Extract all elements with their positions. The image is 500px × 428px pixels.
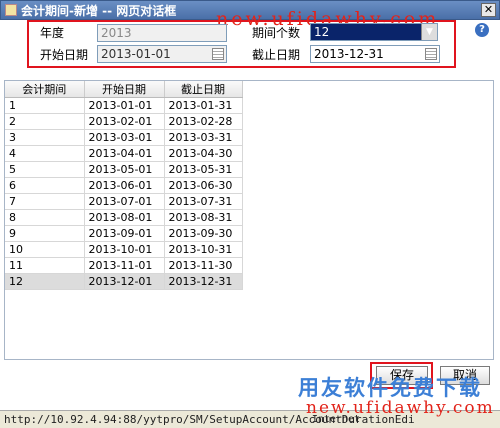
table-header-row: 会计期间 开始日期 截止日期: [5, 81, 243, 98]
window-title: 会计期间-新增 -- 网页对话框: [21, 3, 177, 18]
table-row[interactable]: 10 2013-10-01 2013-10-31: [5, 241, 243, 258]
cell-start-date: 2013-11-01: [84, 257, 165, 274]
watermark-bottom-url: new.ufidawhy.com: [306, 398, 495, 418]
cell-start-date: 2013-05-01: [84, 161, 165, 178]
table-row[interactable]: 9 2013-09-01 2013-09-30: [5, 225, 243, 242]
col-header-period[interactable]: 会计期间: [5, 81, 85, 98]
cell-start-date: 2013-12-01: [84, 273, 165, 290]
cell-period: 2: [5, 113, 85, 130]
cell-period: 5: [5, 161, 85, 178]
cell-start-date: 2013-06-01: [84, 177, 165, 194]
table-row[interactable]: 5 2013-05-01 2013-05-31: [5, 161, 243, 178]
cell-start-date: 2013-03-01: [84, 129, 165, 146]
period-count-select[interactable]: 12 ▼: [310, 23, 438, 41]
table-row[interactable]: 7 2013-07-01 2013-07-31: [5, 193, 243, 210]
cell-period: 6: [5, 177, 85, 194]
dialog-icon: [5, 4, 17, 16]
cell-end-date: 2013-07-31: [164, 193, 243, 210]
cell-end-date: 2013-01-31: [164, 97, 243, 114]
period-table: 会计期间 开始日期 截止日期 1 2013-01-01 2013-01-31 2 201…: [4, 80, 494, 360]
cell-end-date: 2013-02-28: [164, 113, 243, 130]
year-field: 2013: [97, 24, 227, 42]
help-icon[interactable]: ?: [475, 23, 489, 37]
cell-period: 7: [5, 193, 85, 210]
table-row[interactable]: 4 2013-04-01 2013-04-30: [5, 145, 243, 162]
cell-end-date: 2013-09-30: [164, 225, 243, 242]
start-date-field: 2013-01-01: [97, 45, 227, 63]
end-date-value: 2013-12-31: [314, 47, 384, 61]
col-header-start[interactable]: 开始日期: [84, 81, 165, 98]
cell-period: 4: [5, 145, 85, 162]
cell-start-date: 2013-09-01: [84, 225, 165, 242]
table-row[interactable]: 6 2013-06-01 2013-06-30: [5, 177, 243, 194]
cell-period: 11: [5, 257, 85, 274]
cell-period: 3: [5, 129, 85, 146]
cell-end-date: 2013-10-31: [164, 241, 243, 258]
start-date-value: 2013-01-01: [101, 47, 171, 61]
cell-end-date: 2013-06-30: [164, 177, 243, 194]
chevron-down-icon[interactable]: ▼: [421, 24, 437, 40]
table-row[interactable]: 3 2013-03-01 2013-03-31: [5, 129, 243, 146]
cell-period: 9: [5, 225, 85, 242]
table-row[interactable]: 11 2013-11-01 2013-11-30: [5, 257, 243, 274]
period-count-value: 12: [314, 25, 330, 39]
table-row[interactable]: 8 2013-08-01 2013-08-31: [5, 209, 243, 226]
cell-end-date: 2013-03-31: [164, 129, 243, 146]
cell-period: 8: [5, 209, 85, 226]
cell-period: 12: [5, 273, 85, 290]
cell-start-date: 2013-04-01: [84, 145, 165, 162]
cell-start-date: 2013-01-01: [84, 97, 165, 114]
table-row[interactable]: 2 2013-02-01 2013-02-28: [5, 113, 243, 130]
cell-end-date: 2013-12-31: [164, 273, 243, 290]
cell-end-date: 2013-08-31: [164, 209, 243, 226]
cell-start-date: 2013-02-01: [84, 113, 165, 130]
start-date-label: 开始日期: [40, 48, 89, 62]
col-header-end[interactable]: 截止日期: [164, 81, 243, 98]
cell-end-date: 2013-05-31: [164, 161, 243, 178]
end-date-field[interactable]: 2013-12-31: [310, 45, 440, 63]
table-row[interactable]: 1 2013-01-01 2013-01-31: [5, 97, 243, 114]
calendar-icon[interactable]: [425, 48, 437, 60]
table-row[interactable]: 12 2013-12-01 2013-12-31: [5, 273, 243, 290]
cell-end-date: 2013-11-30: [164, 257, 243, 274]
cell-start-date: 2013-08-01: [84, 209, 165, 226]
cell-start-date: 2013-07-01: [84, 193, 165, 210]
cell-start-date: 2013-10-01: [84, 241, 165, 258]
calendar-icon[interactable]: [212, 48, 224, 60]
year-label: 年度: [40, 26, 65, 40]
cell-period: 1: [5, 97, 85, 114]
cell-end-date: 2013-04-30: [164, 145, 243, 162]
period-count-label: 期间个数: [252, 26, 301, 40]
close-button[interactable]: ✕: [481, 3, 496, 17]
cell-period: 10: [5, 241, 85, 258]
end-date-label: 截止日期: [252, 48, 301, 62]
